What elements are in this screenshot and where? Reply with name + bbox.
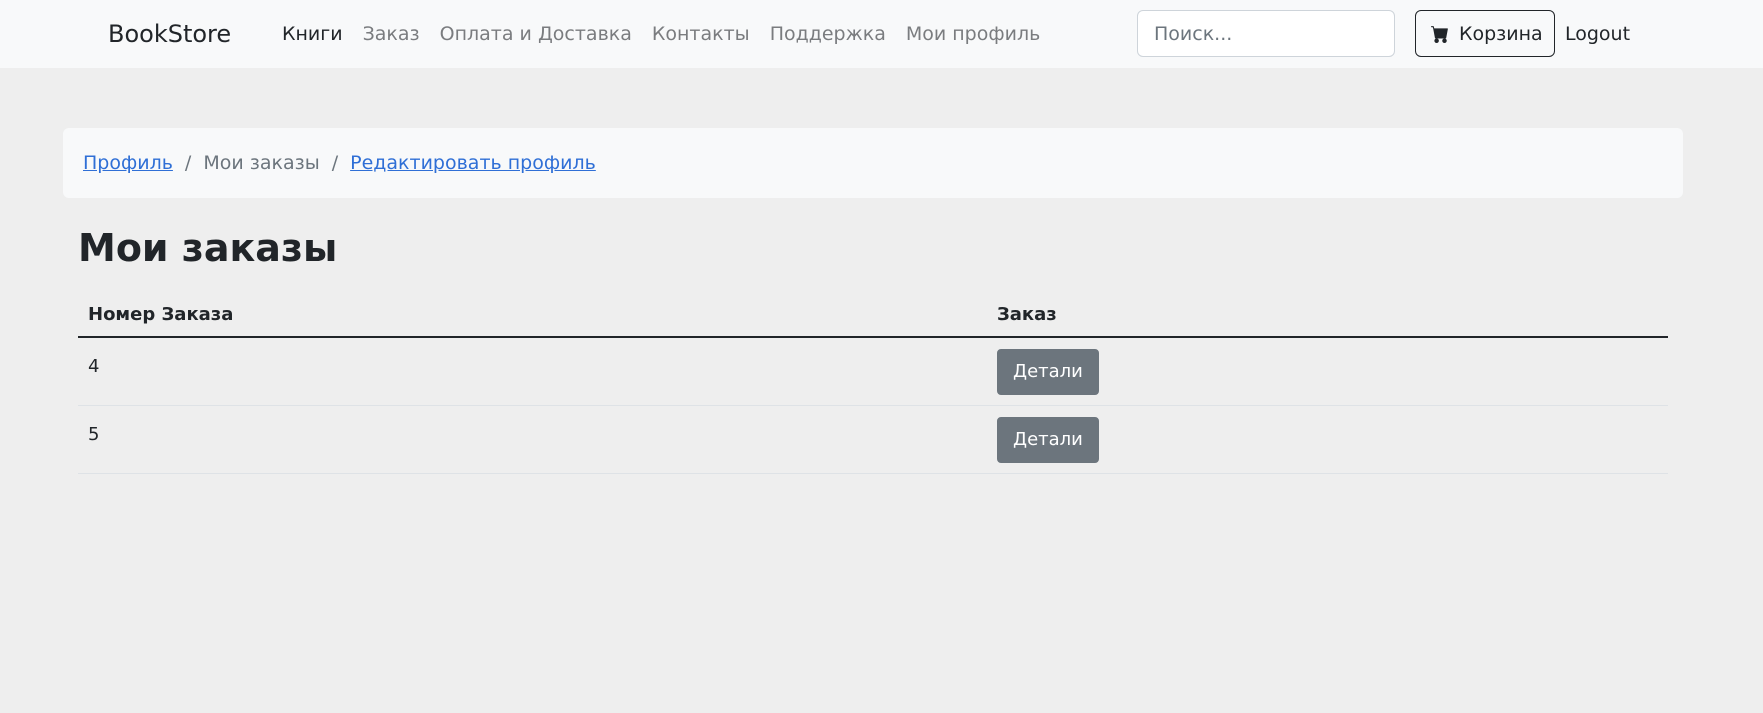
logout-link[interactable]: Logout: [1565, 21, 1630, 47]
cart-icon: [1431, 25, 1449, 43]
nav-link-support[interactable]: Поддержка: [770, 21, 886, 47]
breadcrumb-current: Мои заказы: [203, 152, 320, 174]
details-button[interactable]: Детали: [997, 349, 1099, 395]
order-action-cell: Детали: [987, 405, 1668, 474]
nav-link-order[interactable]: Заказ: [363, 21, 420, 47]
breadcrumb-edit-profile-link[interactable]: Редактировать профиль: [350, 152, 596, 174]
column-header-order: Заказ: [987, 293, 1668, 338]
order-number-cell: 4: [78, 337, 987, 406]
order-number-cell: 5: [78, 405, 987, 474]
breadcrumb-profile-link[interactable]: Профиль: [83, 152, 173, 174]
column-header-order-number: Номер Заказа: [78, 293, 987, 338]
search-input[interactable]: [1137, 10, 1395, 57]
table-row: 4 Детали: [78, 337, 1668, 406]
table-header-row: Номер Заказа Заказ: [78, 293, 1668, 338]
details-button[interactable]: Детали: [997, 416, 1099, 463]
nav-link-contacts[interactable]: Контакты: [652, 21, 750, 47]
nav-link-books[interactable]: Книги: [282, 21, 343, 47]
orders-table: Номер Заказа Заказ 4 Детали 5 Детали: [78, 293, 1668, 474]
top-navbar: BookStore Книги Заказ Оплата и Доставка …: [0, 0, 1763, 68]
brand-logo[interactable]: BookStore: [108, 18, 231, 50]
nav-link-profile[interactable]: Мои профиль: [906, 21, 1040, 47]
nav-links: Книги Заказ Оплата и Доставка Контакты П…: [282, 21, 1060, 47]
breadcrumb-separator: /: [184, 152, 192, 174]
breadcrumb: Профиль / Мои заказы / Редактировать про…: [63, 128, 1683, 198]
table-row: 5 Детали: [78, 405, 1668, 474]
order-action-cell: Детали: [987, 337, 1668, 406]
cart-label: Корзина: [1459, 22, 1543, 45]
nav-link-payment-delivery[interactable]: Оплата и Доставка: [440, 21, 632, 47]
page-title: Мои заказы: [78, 226, 338, 270]
cart-button[interactable]: Корзина: [1415, 10, 1555, 57]
breadcrumb-separator: /: [331, 152, 339, 174]
